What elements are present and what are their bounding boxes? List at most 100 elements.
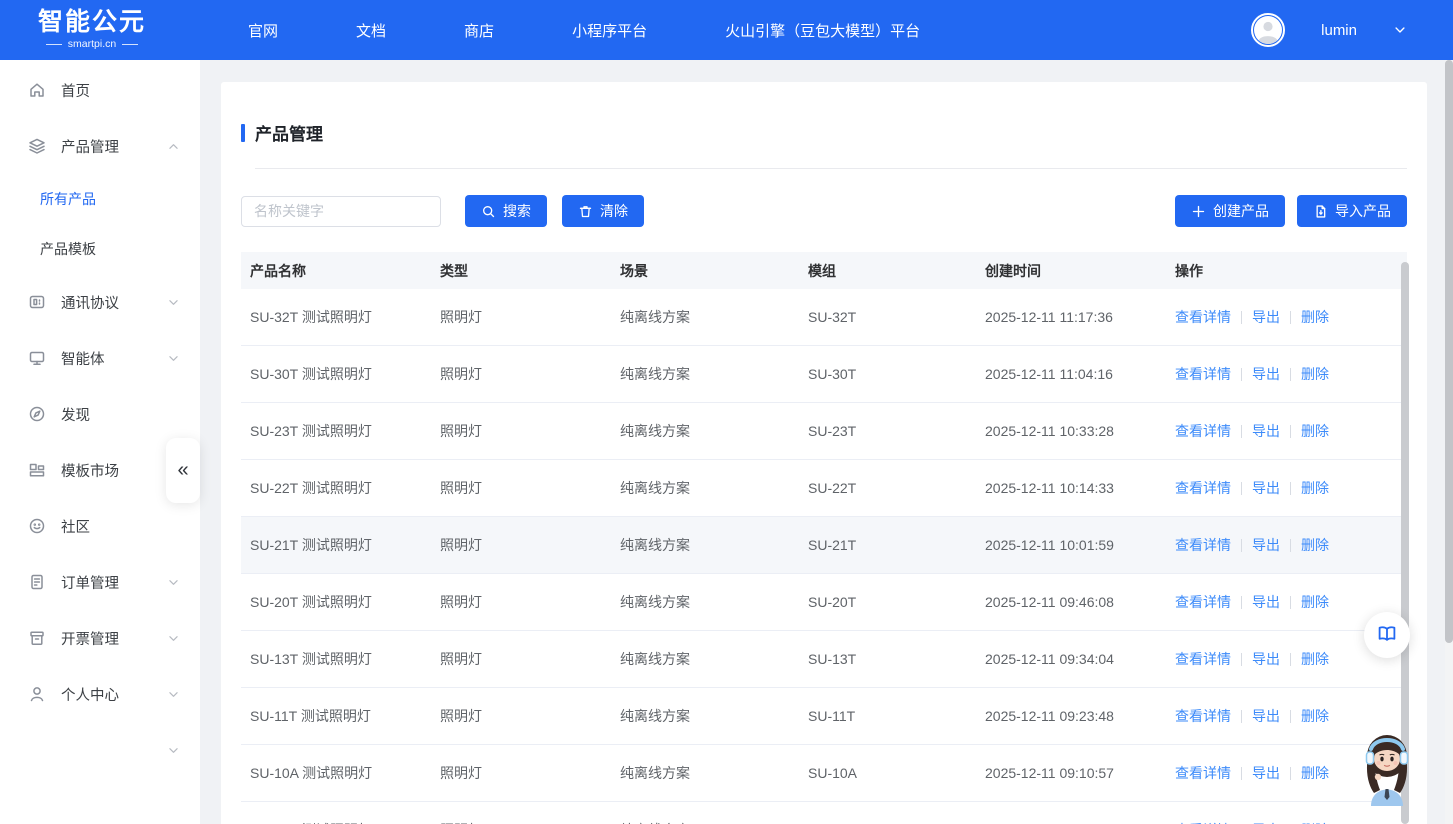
profile-icon — [28, 685, 46, 703]
export-link[interactable]: 导出 — [1252, 480, 1280, 496]
user-name[interactable]: lumin — [1321, 22, 1357, 39]
monitor-icon — [28, 349, 46, 367]
title-divider — [255, 168, 1407, 169]
cell-created-time: 2025-12-11 09:46:08 — [976, 594, 1166, 610]
title-accent-bar — [241, 124, 245, 142]
cell-module: SU-30T — [799, 366, 976, 382]
cell-scene: 纯离线方案 — [611, 592, 799, 612]
sidebar-item-agent[interactable]: 智能体 — [0, 330, 200, 386]
view-details-link[interactable]: 查看详情 — [1175, 594, 1231, 610]
cell-type: 照明灯 — [431, 535, 611, 555]
export-link[interactable]: 导出 — [1252, 708, 1280, 724]
protocol-icon — [28, 293, 46, 311]
view-details-link[interactable]: 查看详情 — [1175, 537, 1231, 553]
create-product-button[interactable]: 创建产品 — [1175, 195, 1285, 227]
export-link[interactable]: 导出 — [1252, 309, 1280, 325]
chevron-down-icon — [167, 744, 180, 757]
delete-link[interactable]: 删除 — [1301, 651, 1329, 667]
export-link[interactable]: 导出 — [1252, 594, 1280, 610]
cell-product-name: SU-30T 测试照明灯 — [241, 364, 431, 384]
cell-created-time: 2025-12-11 10:01:59 — [976, 537, 1166, 553]
user-avatar[interactable] — [1251, 13, 1285, 47]
view-details-link[interactable]: 查看详情 — [1175, 309, 1231, 325]
delete-link[interactable]: 删除 — [1301, 537, 1329, 553]
search-input[interactable] — [241, 196, 441, 227]
nav-item-store[interactable]: 商店 — [464, 20, 494, 41]
sidebar-subitem-label: 所有产品 — [40, 189, 96, 209]
action-separator — [1241, 311, 1242, 324]
delete-link[interactable]: 删除 — [1301, 594, 1329, 610]
cell-type: 照明灯 — [431, 421, 611, 441]
sidebar-item-invoice-management[interactable]: 开票管理 — [0, 610, 200, 666]
delete-link[interactable]: 删除 — [1301, 423, 1329, 439]
view-details-link[interactable]: 查看详情 — [1175, 480, 1231, 496]
search-button[interactable]: 搜索 — [465, 195, 547, 227]
assistant-mascot[interactable] — [1353, 730, 1421, 806]
nav-item-volcano-engine-platform[interactable]: 火山引擎（豆包大模型）平台 — [725, 20, 920, 41]
action-separator — [1290, 596, 1291, 609]
table-row-highlighted: SU-21T 测试照明灯 照明灯 纯离线方案 SU-21T 2025-12-11… — [241, 517, 1407, 574]
nav-item-docs[interactable]: 文档 — [356, 20, 386, 41]
export-link[interactable]: 导出 — [1252, 651, 1280, 667]
cell-type: 照明灯 — [431, 706, 611, 726]
sidebar-subitem-product-templates[interactable]: 产品模板 — [0, 224, 200, 274]
products-table: 产品名称 类型 场景 模组 创建时间 操作 SU-32T 测试照明灯 照明灯 纯… — [241, 252, 1407, 824]
delete-link[interactable]: 删除 — [1301, 309, 1329, 325]
plus-icon — [1191, 204, 1206, 219]
clear-button[interactable]: 清除 — [562, 195, 644, 227]
chevron-down-icon — [167, 632, 180, 645]
brand-logo[interactable]: 智能公元 smartpi.cn — [38, 10, 146, 50]
delete-link[interactable]: 删除 — [1301, 366, 1329, 382]
action-separator — [1241, 596, 1242, 609]
search-icon — [481, 204, 496, 219]
home-icon — [28, 81, 46, 99]
cell-scene: 纯离线方案 — [611, 307, 799, 327]
nav-item-miniprogram-platform[interactable]: 小程序平台 — [572, 20, 647, 41]
sidebar-item-label: 订单管理 — [61, 572, 119, 593]
sidebar-item-personal-center[interactable]: 个人中心 — [0, 666, 200, 722]
cell-scene: 纯离线方案 — [611, 478, 799, 498]
cell-created-time: 2025-12-11 11:17:36 — [976, 309, 1166, 325]
sidebar-item-order-management[interactable]: 订单管理 — [0, 554, 200, 610]
cell-module: SU-21T — [799, 537, 976, 553]
sidebar-item-community[interactable]: 社区 — [0, 498, 200, 554]
table-row: SU-11T 测试照明灯 照明灯 纯离线方案 SU-11T 2025-12-11… — [241, 688, 1407, 745]
user-avatar-icon — [1254, 16, 1282, 44]
sidebar-item-home[interactable]: 首页 — [0, 62, 200, 118]
cell-type: 照明灯 — [431, 364, 611, 384]
export-link[interactable]: 导出 — [1252, 423, 1280, 439]
action-separator — [1290, 311, 1291, 324]
view-details-link[interactable]: 查看详情 — [1175, 765, 1231, 781]
page-scrollbar-thumb[interactable] — [1445, 60, 1453, 643]
view-details-link[interactable]: 查看详情 — [1175, 708, 1231, 724]
import-product-button[interactable]: 导入产品 — [1297, 195, 1407, 227]
view-details-link[interactable]: 查看详情 — [1175, 651, 1231, 667]
view-details-link[interactable]: 查看详情 — [1175, 366, 1231, 382]
sidebar-item-product-management[interactable]: 产品管理 — [0, 118, 200, 174]
export-link[interactable]: 导出 — [1252, 537, 1280, 553]
cell-actions: 查看详情 导出 删除 — [1166, 535, 1407, 555]
delete-link[interactable]: 删除 — [1301, 708, 1329, 724]
page-scrollbar-track[interactable] — [1445, 0, 1453, 824]
nav-item-official-site[interactable]: 官网 — [248, 20, 278, 41]
brand-domain: smartpi.cn — [46, 39, 138, 50]
table-row: SU-13T 测试照明灯 照明灯 纯离线方案 SU-13T 2025-12-11… — [241, 631, 1407, 688]
sidebar-item-communication-protocol[interactable]: 通讯协议 — [0, 274, 200, 330]
user-menu-chevron-down-icon[interactable] — [1393, 23, 1407, 37]
column-header-product-name: 产品名称 — [241, 261, 431, 281]
delete-link[interactable]: 删除 — [1301, 480, 1329, 496]
top-navigation: 官网 文档 商店 小程序平台 火山引擎（豆包大模型）平台 — [248, 20, 920, 41]
export-link[interactable]: 导出 — [1252, 765, 1280, 781]
cell-created-time: 2025-12-11 10:33:28 — [976, 423, 1166, 439]
delete-link[interactable]: 删除 — [1301, 765, 1329, 781]
export-link[interactable]: 导出 — [1252, 366, 1280, 382]
cell-type: 照明灯 — [431, 592, 611, 612]
table-row: SU-30T 测试照明灯 照明灯 纯离线方案 SU-30T 2025-12-11… — [241, 346, 1407, 403]
sidebar-item-unlabeled[interactable] — [0, 722, 200, 778]
sidebar-item-discover[interactable]: 发现 — [0, 386, 200, 442]
docs-book-fab-button[interactable] — [1364, 612, 1410, 658]
view-details-link[interactable]: 查看详情 — [1175, 423, 1231, 439]
sidebar-subitem-all-products[interactable]: 所有产品 — [0, 174, 200, 224]
toolbar: 搜索 清除 创建产品 导入产品 — [241, 195, 1407, 227]
sidebar-collapse-handle[interactable]: « — [166, 438, 200, 503]
